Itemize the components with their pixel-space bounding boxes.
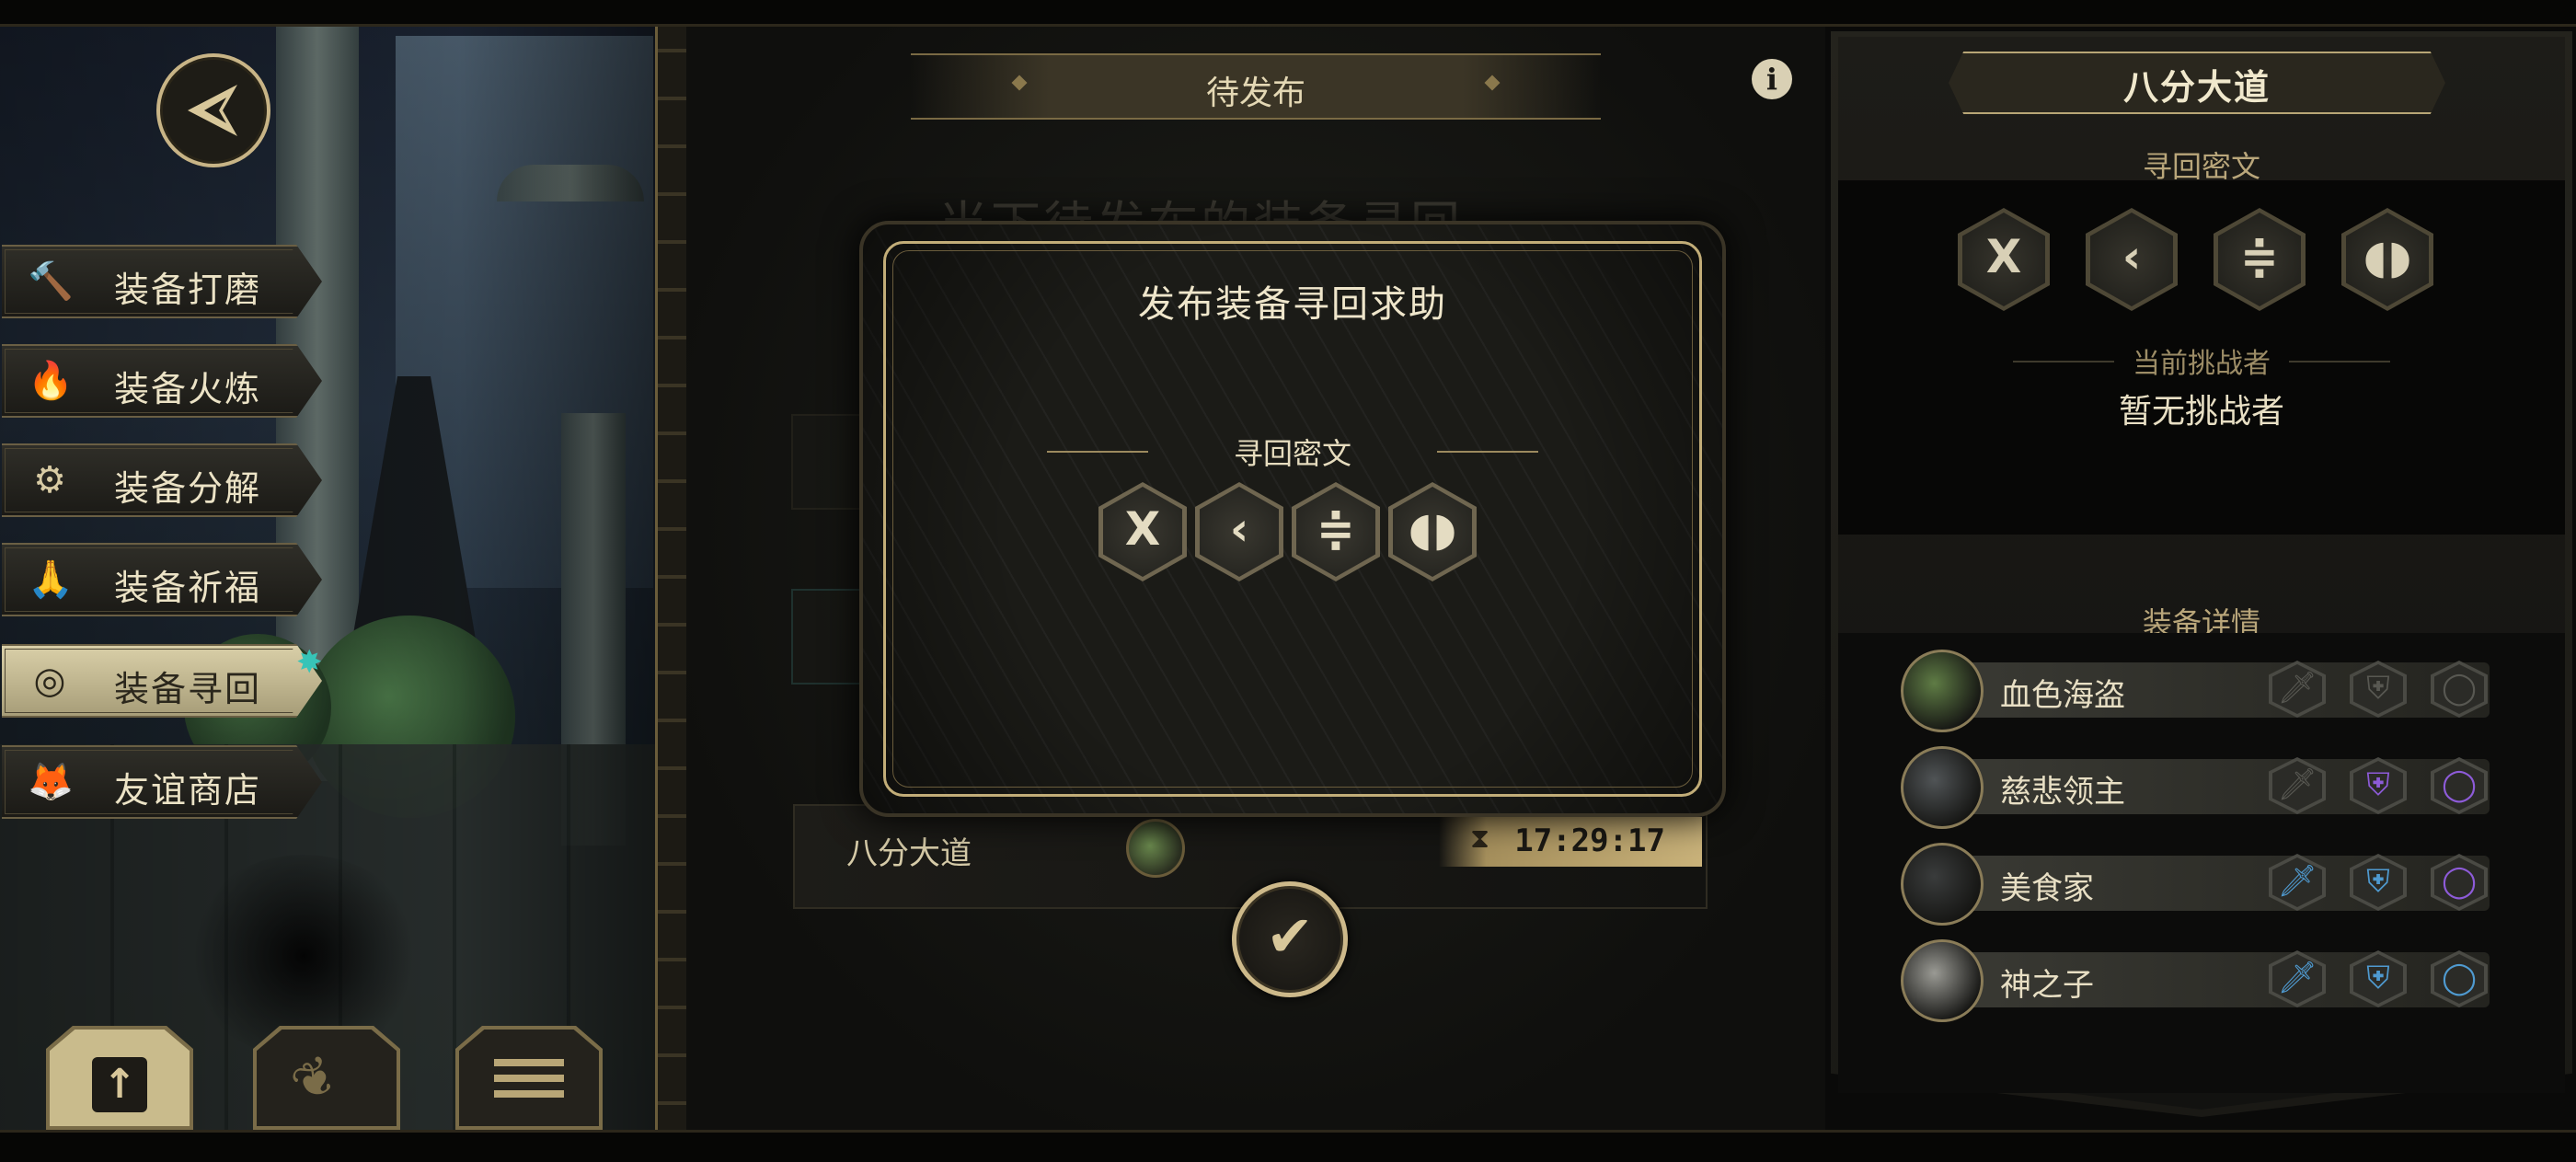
weapon-slot-icon: 🗡 bbox=[2277, 960, 2317, 996]
menu-item-label: 友谊商店 bbox=[114, 770, 262, 811]
list-row[interactable]: 八分大道 ⧗ 17:29:17 bbox=[793, 804, 1708, 909]
armor-slot-icon: ⛨ bbox=[2366, 960, 2390, 996]
menu-item-label: 装备祈福 bbox=[114, 568, 262, 608]
equipment-slot[interactable]: 🗡 bbox=[2269, 854, 2326, 911]
equipment-owner-name: 神之子 bbox=[2000, 967, 2094, 1004]
divider bbox=[1437, 451, 1538, 453]
ring-slot-icon: ◯ bbox=[2441, 863, 2478, 900]
checkmark-icon: ✔ bbox=[1266, 903, 1314, 970]
equipment-row[interactable]: 慈悲领主 🗡 ⛨ ◯ bbox=[1901, 746, 2491, 829]
menu-item-label: 装备分解 bbox=[114, 468, 262, 509]
menu-item[interactable]: 🦊 友谊商店 bbox=[2, 745, 322, 819]
weapon-slot-icon: 🗡 bbox=[2277, 863, 2317, 900]
avatar bbox=[1901, 650, 1984, 732]
menu-item-label: 装备火炼 bbox=[114, 369, 262, 409]
equipment-slot[interactable]: ◯ bbox=[2431, 757, 2488, 814]
avatar bbox=[1901, 939, 1984, 1022]
upload-doc-icon: ↑ bbox=[92, 1057, 147, 1112]
challenger-value: 暂无挑战者 bbox=[2118, 393, 2284, 431]
equipment-row[interactable]: 血色海盗 🗡 ⛨ ◯ bbox=[1901, 650, 2491, 732]
equipment-slot[interactable]: ⛨ bbox=[2350, 757, 2407, 814]
avatar bbox=[1901, 746, 1984, 829]
panel-title-banner: 八分大道 bbox=[1949, 52, 2445, 114]
info-icon[interactable]: i bbox=[1752, 59, 1792, 99]
rune-glyph: ◖◗ bbox=[1408, 502, 1457, 556]
hourglass-icon: ⧗ bbox=[1470, 823, 1490, 855]
equipment-slot[interactable]: ◯ bbox=[2431, 950, 2488, 1007]
avatar bbox=[1126, 819, 1185, 878]
equipment-owner-name: 慈悲领主 bbox=[2000, 774, 2125, 811]
menu-item-label: 装备打磨 bbox=[114, 270, 262, 310]
fox-icon: 🦊 bbox=[28, 761, 74, 803]
equipment-slot[interactable]: ⛨ bbox=[2350, 661, 2407, 718]
divider bbox=[2289, 361, 2390, 362]
armor-slot-icon: ⛨ bbox=[2366, 766, 2390, 803]
flame-icon: 🔥 bbox=[28, 360, 74, 402]
equipment-slot[interactable]: 🗡 bbox=[2269, 661, 2326, 718]
avatar bbox=[1901, 843, 1984, 926]
rune-glyph: ≑ bbox=[2240, 230, 2279, 283]
cipher-rune: X bbox=[1958, 208, 2050, 311]
equipment-row[interactable]: 美食家 🗡 ⛨ ◯ bbox=[1901, 843, 2491, 926]
tab-header: 待发布 bbox=[911, 53, 1601, 120]
equipment-slot[interactable]: ⛨ bbox=[2350, 854, 2407, 911]
cipher-rune: ‹ bbox=[2086, 208, 2178, 311]
armor-slot-icon: ⛨ bbox=[2366, 863, 2390, 900]
rune-glyph: X bbox=[1985, 230, 2022, 283]
cipher-rune: ◖◗ bbox=[2341, 208, 2433, 311]
armor-slot-icon: ⛨ bbox=[2366, 670, 2390, 707]
equipment-slot[interactable]: ◯ bbox=[2431, 854, 2488, 911]
menu-item[interactable]: ◎ 装备寻回 bbox=[2, 644, 322, 718]
sparkle-icon: ✸ bbox=[296, 644, 323, 681]
equipment-owner-name: 美食家 bbox=[2000, 870, 2094, 907]
disassemble-icon: ⚙ bbox=[33, 459, 66, 501]
cipher-rune: ≑ bbox=[2214, 208, 2306, 311]
target-icon: ◎ bbox=[33, 660, 66, 702]
list-row-name: 八分大道 bbox=[846, 835, 972, 872]
ring-slot-icon: ◯ bbox=[2441, 766, 2478, 803]
menu-item[interactable]: ⚙ 装备分解 bbox=[2, 443, 322, 517]
rune-glyph: ◖◗ bbox=[2363, 230, 2412, 283]
list-icon bbox=[494, 1059, 564, 1098]
dialog-title: 发布装备寻回求助 bbox=[1138, 283, 1447, 326]
back-arrow-icon bbox=[188, 85, 237, 136]
menu-item[interactable]: 🔨 装备打磨 bbox=[2, 245, 322, 318]
rune-glyph: ‹ bbox=[1229, 502, 1249, 556]
bottom-bar bbox=[0, 1130, 2576, 1162]
equipment-row[interactable]: 神之子 🗡 ⛨ ◯ bbox=[1901, 939, 2491, 1022]
weapon-slot-icon: 🗡 bbox=[2277, 766, 2317, 803]
publish-dialog: 发布装备寻回求助 寻回密文 X ‹ ≑ ◖◗ bbox=[859, 221, 1726, 817]
timer-text: 17:29:17 bbox=[1514, 823, 1665, 859]
menu-item-label: 装备寻回 bbox=[114, 669, 262, 709]
tab-publish[interactable]: ↑ bbox=[46, 1026, 193, 1130]
rune-glyph: ‹ bbox=[2122, 230, 2142, 283]
rune-glyph: X bbox=[1124, 502, 1161, 556]
pray-hands-icon: 🙏 bbox=[28, 558, 74, 601]
equipment-slot[interactable]: ⛨ bbox=[2350, 950, 2407, 1007]
tab-list[interactable] bbox=[455, 1026, 603, 1130]
back-button[interactable] bbox=[156, 53, 270, 167]
top-bar bbox=[0, 0, 2576, 27]
tab-feather[interactable]: ❦ bbox=[253, 1026, 400, 1130]
hammer-icon: 🔨 bbox=[28, 260, 74, 303]
timer-badge: ⧗ 17:29:17 bbox=[1439, 817, 1702, 867]
dialog-subtitle: 寻回密文 bbox=[1233, 436, 1351, 471]
equipment-slot[interactable]: 🗡 bbox=[2269, 757, 2326, 814]
menu-item[interactable]: 🔥 装备火炼 bbox=[2, 344, 322, 418]
menu-item[interactable]: 🙏 装备祈福 bbox=[2, 543, 322, 616]
ring-slot-icon: ◯ bbox=[2441, 960, 2478, 996]
cipher-block: X ‹ ≑ ◖◗ 当前挑战者 暂无挑战者 bbox=[1838, 180, 2565, 535]
panel-title: 八分大道 bbox=[2122, 66, 2271, 108]
tab-title: 待发布 bbox=[1205, 75, 1305, 112]
ring-slot-icon: ◯ bbox=[2441, 670, 2478, 707]
confirm-button[interactable]: ✔ bbox=[1232, 881, 1348, 997]
rune-glyph: ≑ bbox=[1317, 502, 1355, 556]
equipment-slot[interactable]: ◯ bbox=[2431, 661, 2488, 718]
equipment-slot[interactable]: 🗡 bbox=[2269, 950, 2326, 1007]
challenger-label: 当前挑战者 bbox=[2133, 348, 2271, 380]
weapon-slot-icon: 🗡 bbox=[2277, 670, 2317, 707]
equipment-owner-name: 血色海盗 bbox=[2000, 677, 2125, 714]
